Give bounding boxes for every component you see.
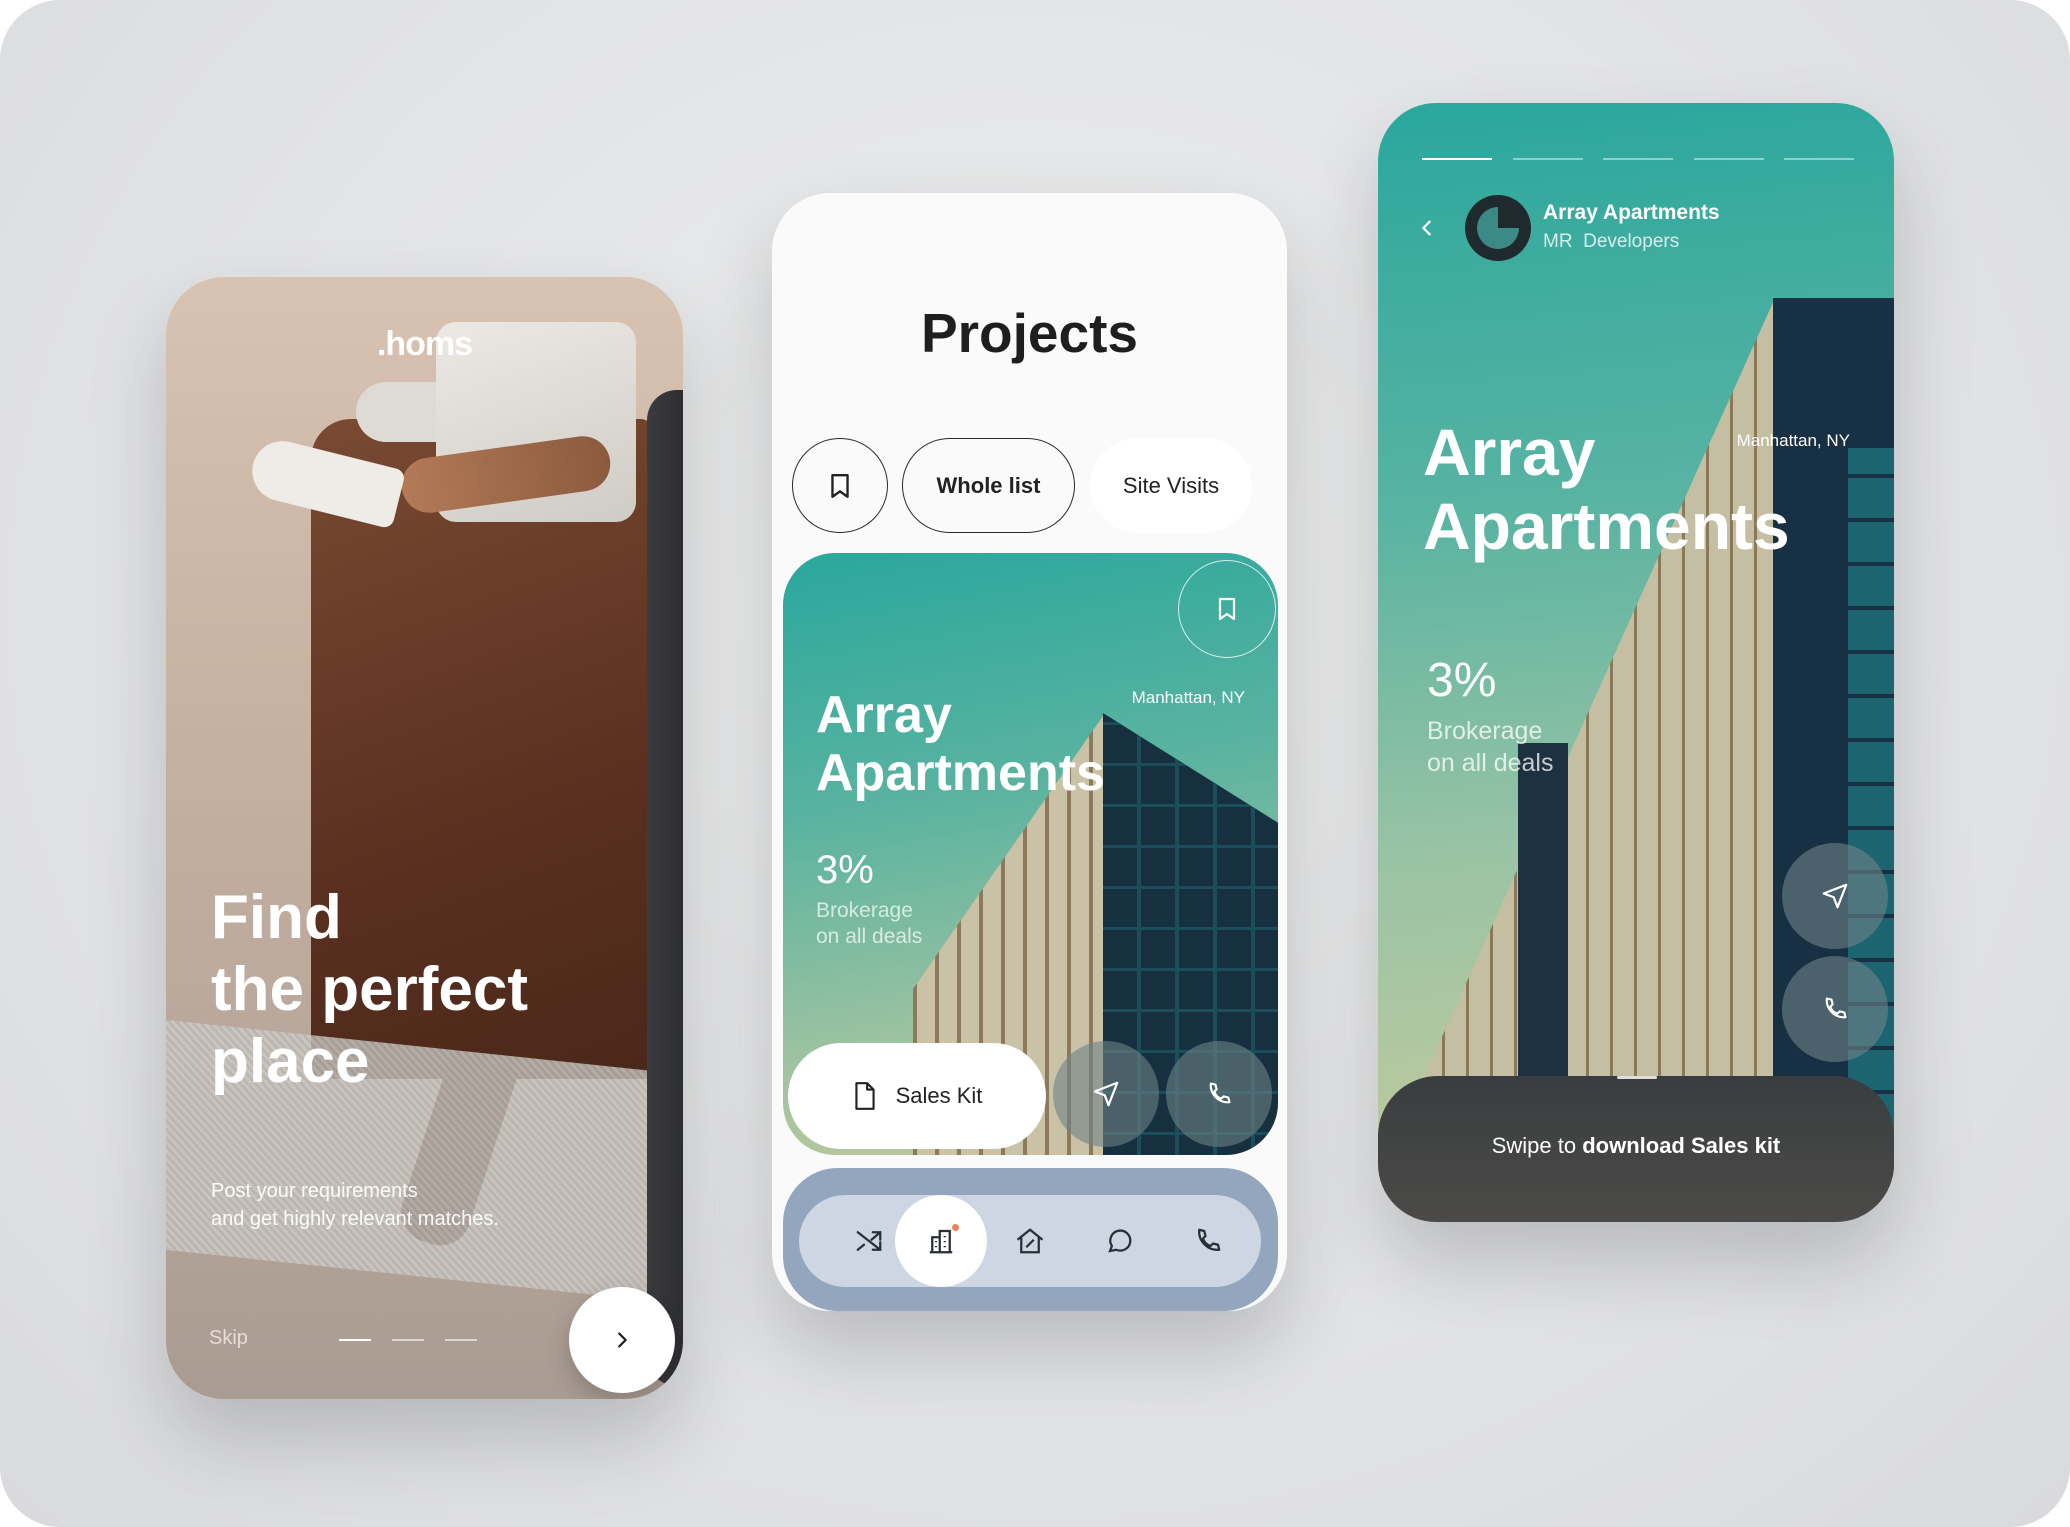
- drag-handle[interactable]: [1617, 1076, 1657, 1079]
- swipe-hint-action: download Sales kit: [1582, 1133, 1781, 1158]
- send-icon: [1091, 1079, 1121, 1109]
- project-name-line: Array: [816, 686, 952, 744]
- shuffle-icon: [854, 1226, 884, 1256]
- projects-screen: Projects Whole list Site Visits Manhatta…: [772, 193, 1287, 1311]
- swipe-hint: Swipe to download Sales kit: [1378, 1133, 1894, 1159]
- sales-kit-button[interactable]: Sales Kit: [788, 1043, 1046, 1149]
- bottom-nav-pill: [799, 1195, 1261, 1287]
- tab-site-visits[interactable]: Site Visits: [1090, 438, 1252, 533]
- headline-line: the perfect: [211, 955, 528, 1024]
- call-button[interactable]: [1166, 1041, 1272, 1147]
- home-percent-icon: [1014, 1226, 1046, 1256]
- nav-call[interactable]: [1162, 1195, 1254, 1287]
- brokerage-line: on all deals: [1427, 749, 1554, 777]
- project-name: Array Apartments: [816, 686, 1105, 802]
- header-subtitle: MR Developers: [1543, 231, 1680, 252]
- notification-dot: [952, 1224, 959, 1231]
- story-segment: [1784, 158, 1854, 160]
- call-button[interactable]: [1782, 956, 1888, 1062]
- brokerage-value: 3%: [1427, 654, 1497, 707]
- bookmark-icon: [1215, 596, 1239, 622]
- brokerage-line: Brokerage: [1427, 717, 1543, 745]
- story-segment-active: [1422, 158, 1492, 160]
- skip-button[interactable]: Skip: [209, 1327, 248, 1350]
- nav-chat[interactable]: [1074, 1195, 1166, 1287]
- sales-kit-sheet[interactable]: Swipe to download Sales kit: [1378, 1076, 1894, 1222]
- subtitle: Post your requirements and get highly re…: [211, 1177, 499, 1233]
- story-segment: [1694, 158, 1764, 160]
- bottom-nav: [783, 1168, 1278, 1311]
- developer-avatar: [1465, 195, 1531, 261]
- brokerage-line: on all deals: [816, 925, 923, 948]
- chevron-right-icon: [611, 1329, 633, 1351]
- document-icon: [852, 1081, 878, 1111]
- header-title: Array Apartments: [1543, 201, 1720, 224]
- project-name: Array Apartments: [1423, 415, 1790, 563]
- phone-icon: [1821, 995, 1849, 1023]
- location-label: Manhattan, NY: [1131, 688, 1245, 707]
- headline: Find the perfect place: [211, 882, 528, 1098]
- project-name-line: Apartments: [816, 744, 1105, 802]
- send-button[interactable]: [1053, 1041, 1159, 1147]
- brokerage-label: Brokerage on all deals: [1427, 715, 1553, 779]
- building-icon: [926, 1224, 959, 1256]
- page-indicator: [392, 1339, 424, 1341]
- swipe-hint-prefix: Swipe to: [1491, 1133, 1583, 1158]
- subtitle-line: Post your requirements: [211, 1180, 418, 1202]
- send-button[interactable]: [1782, 843, 1888, 949]
- sales-kit-label: Sales Kit: [895, 1083, 983, 1108]
- back-button[interactable]: [1416, 215, 1438, 241]
- subtitle-line: and get highly relevant matches.: [211, 1208, 499, 1230]
- chat-icon: [1105, 1226, 1135, 1256]
- project-detail-screen: Array Apartments MR Developers Manhattan…: [1378, 103, 1894, 1222]
- project-name-line: Apartments: [1423, 489, 1790, 563]
- developer-logo: [1477, 207, 1519, 249]
- next-card-edge: [647, 390, 683, 1386]
- brokerage-value: 3%: [816, 848, 874, 892]
- saved-filter-button[interactable]: [792, 438, 888, 533]
- brokerage-line: Brokerage: [816, 899, 913, 922]
- chevron-left-icon: [1416, 215, 1438, 241]
- project-name-line: Array: [1423, 415, 1596, 489]
- tab-whole-list[interactable]: Whole list: [902, 438, 1075, 533]
- brokerage-label: Brokerage on all deals: [816, 898, 922, 950]
- page-title: Projects: [920, 302, 1139, 364]
- send-icon: [1820, 881, 1850, 911]
- next-button[interactable]: [569, 1287, 675, 1393]
- headline-line: place: [211, 1027, 370, 1096]
- nav-projects-active[interactable]: [895, 1195, 987, 1287]
- phone-icon: [1205, 1080, 1233, 1108]
- page-indicator-active: [339, 1339, 371, 1341]
- page-indicator: [445, 1339, 477, 1341]
- story-segment: [1513, 158, 1583, 160]
- nav-deals[interactable]: [984, 1195, 1076, 1287]
- bookmark-button[interactable]: [1178, 560, 1276, 658]
- bookmark-icon: [827, 472, 853, 500]
- headline-line: Find: [211, 883, 342, 952]
- phone-icon: [1193, 1226, 1223, 1256]
- app-logo: .homs: [376, 325, 473, 363]
- project-card[interactable]: Manhattan, NY Array Apartments 3% Broker…: [783, 553, 1278, 1155]
- showcase-background: .homs Find the perfect place Post your r…: [0, 0, 2070, 1527]
- onboarding-screen: .homs Find the perfect place Post your r…: [166, 277, 683, 1399]
- story-segment: [1603, 158, 1673, 160]
